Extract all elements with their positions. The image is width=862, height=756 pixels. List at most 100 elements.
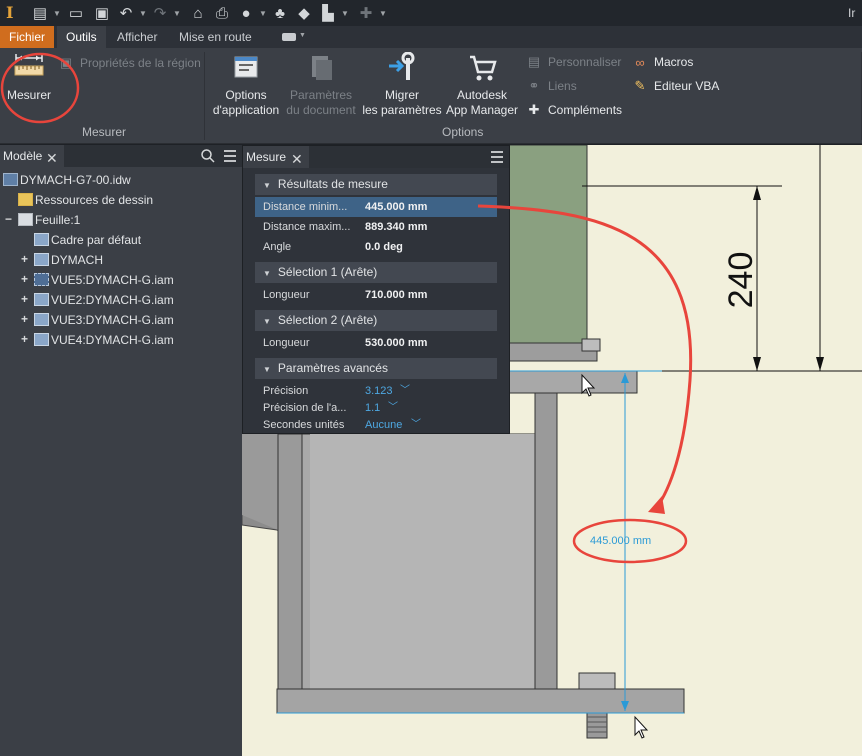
angle-label: Angle — [263, 241, 292, 253]
tree-item-label: Ressources de dessin — [35, 193, 154, 207]
expand-icon[interactable]: + — [21, 332, 28, 346]
material-dropdown-icon[interactable]: ▼ — [258, 3, 268, 23]
menu-icon[interactable] — [489, 149, 505, 168]
tab-file[interactable]: Fichier — [0, 26, 55, 48]
home-icon[interactable]: ⌂ — [188, 3, 208, 23]
save-icon[interactable]: ▣ — [92, 3, 112, 23]
tab-measure[interactable]: Mesure ✕ — [243, 146, 309, 168]
tree-item-sheet[interactable]: Feuille:1 — [18, 210, 80, 230]
app-manager-button[interactable]: Autodesk App Manager — [444, 52, 520, 118]
link-icon: ⚭ — [528, 78, 540, 93]
browser-header: Modèle ✕ — [0, 145, 242, 167]
collapse-triangle-icon: ▼ — [263, 269, 271, 278]
redo-dropdown-icon[interactable]: ▼ — [172, 3, 182, 23]
tree-item-frame[interactable]: Cadre par défaut — [34, 230, 141, 250]
addins-button[interactable]: ✚ Compléments — [526, 101, 622, 119]
tree-item-resources[interactable]: Ressources de dessin — [18, 190, 153, 210]
macros-label: Macros — [654, 55, 694, 69]
new-dropdown-icon[interactable]: ▼ — [52, 3, 62, 23]
customize-qat-icon[interactable]: ▼ — [378, 3, 388, 23]
tab-view[interactable]: Afficher — [108, 26, 166, 48]
tree-item-view3[interactable]: VUE3:DYMACH-G.iam — [34, 310, 174, 330]
app-manager-icon — [466, 52, 498, 84]
links-button[interactable]: ⚭ Liens — [526, 77, 577, 95]
tab-extra-dropdown-icon[interactable]: ▼ — [299, 32, 306, 39]
customize-button[interactable]: ▤ Personnaliser — [526, 53, 622, 71]
migrate-settings-button[interactable]: Migrer les paramètres — [362, 51, 442, 118]
measure-tab-label: Mesure — [246, 150, 287, 164]
secondary-units-dropdown[interactable]: Aucune — [365, 415, 402, 435]
migrate-settings-label-2: les paramètres — [362, 103, 442, 117]
vba-editor-button[interactable]: ✎ Editeur VBA — [632, 77, 720, 95]
undo-icon[interactable]: ↶ — [116, 3, 136, 23]
app-options-button[interactable]: Options d'application — [210, 52, 282, 118]
update-icon[interactable]: ▙ — [318, 3, 338, 23]
print-icon[interactable]: ⎙ — [212, 3, 232, 23]
ribbon-tab-bar: Fichier Outils Afficher Mise en route ▼ — [0, 26, 862, 48]
angle-row[interactable]: Angle 0.0 deg — [255, 237, 497, 257]
chevron-down-icon[interactable]: ﹀ — [411, 415, 421, 435]
secondary-units-row[interactable]: Secondes unités Aucune ﹀ — [255, 415, 497, 435]
collapse-icon[interactable]: − — [5, 212, 12, 226]
selection2-length-row[interactable]: Longueur 530.000 mm — [255, 333, 497, 353]
tree-item-label: VUE2:DYMACH-G.iam — [51, 293, 174, 307]
selection2-section-header[interactable]: ▼ Sélection 2 (Arête) — [255, 310, 497, 331]
min-distance-row[interactable]: Distance minim... 445.000 mm — [255, 197, 497, 217]
appearance-icon[interactable]: ♣ — [270, 3, 290, 23]
length-label: Longueur — [263, 289, 310, 301]
tree-item-view2[interactable]: VUE2:DYMACH-G.iam — [34, 290, 174, 310]
menu-icon[interactable] — [222, 148, 238, 167]
app-options-icon — [230, 52, 262, 84]
advanced-section-header[interactable]: ▼ Paramètres avancés — [255, 358, 497, 379]
dimension-240-text: 240 — [722, 252, 760, 309]
tab-get-started[interactable]: Mise en route — [170, 26, 261, 48]
app-options-label-1: Options — [225, 88, 267, 102]
length-value: 530.000 mm — [365, 337, 428, 349]
tree-item-titleblock[interactable]: DYMACH — [34, 250, 103, 270]
material-icon[interactable]: ● — [236, 3, 256, 23]
document-settings-label-1: Paramètres — [289, 88, 353, 102]
angle-value: 0.0 deg — [365, 241, 403, 253]
tab-model[interactable]: Modèle ✕ — [0, 145, 64, 167]
plus-icon: ✚ — [528, 102, 540, 117]
window-title: Ir — [848, 6, 856, 20]
tab-extra-icon[interactable] — [282, 33, 296, 41]
tree-item-label: VUE5:DYMACH-G.iam — [51, 273, 174, 287]
quick-access-toolbar: I ▤ ▼ ▭ ▣ ↶ ▼ ↷ ▼ ⌂ ⎙ ● ▼ ♣ ◆ ▙ ▼ ✚ ▼ Ir — [0, 0, 862, 26]
tab-tools[interactable]: Outils — [57, 26, 106, 48]
tree-item-drawing[interactable]: DYMACH-G7-00.idw — [3, 170, 131, 190]
tree-item-view4[interactable]: VUE4:DYMACH-G.iam — [34, 330, 174, 350]
undo-dropdown-icon[interactable]: ▼ — [138, 3, 148, 23]
update-dropdown-icon[interactable]: ▼ — [340, 3, 350, 23]
min-distance-value: 445.000 mm — [365, 201, 428, 213]
document-settings-button[interactable]: Paramètres du document — [284, 52, 358, 118]
expand-icon[interactable]: + — [21, 312, 28, 326]
tree-item-view5[interactable]: VUE5:DYMACH-G.iam — [34, 270, 174, 290]
new-file-icon[interactable]: ▤ — [30, 3, 50, 23]
view-icon — [34, 273, 49, 286]
titleblock-icon — [34, 253, 49, 266]
expand-icon[interactable]: + — [21, 292, 28, 306]
results-section-header[interactable]: ▼ Résultats de mesure — [255, 174, 497, 195]
macros-button[interactable]: ∞ Macros — [632, 53, 693, 71]
close-icon[interactable]: ✕ — [291, 148, 303, 170]
max-distance-row[interactable]: Distance maxim... 889.340 mm — [255, 217, 497, 237]
collapse-triangle-icon: ▼ — [263, 365, 271, 374]
migrate-settings-label-1: Migrer — [384, 88, 419, 102]
expand-icon[interactable]: + — [21, 252, 28, 266]
redo-icon[interactable]: ↷ — [150, 3, 170, 23]
open-folder-icon[interactable]: ▭ — [66, 3, 86, 23]
selection1-length-row[interactable]: Longueur 710.000 mm — [255, 285, 497, 305]
region-properties-label: Propriétés de la région — [80, 56, 201, 70]
add-icon[interactable]: ✚ — [356, 3, 376, 23]
expand-icon[interactable]: + — [21, 272, 28, 286]
selection1-section-header[interactable]: ▼ Sélection 1 (Arête) — [255, 262, 497, 283]
parameters-icon[interactable]: ◆ — [294, 3, 314, 23]
drawing-icon — [3, 173, 18, 186]
annotation-circle-measure — [0, 52, 80, 124]
view-icon — [34, 333, 49, 346]
close-icon[interactable]: ✕ — [46, 147, 58, 169]
app-logo-icon[interactable]: I — [6, 3, 20, 23]
search-icon[interactable] — [200, 148, 216, 167]
app-manager-label-1: Autodesk — [456, 88, 508, 102]
